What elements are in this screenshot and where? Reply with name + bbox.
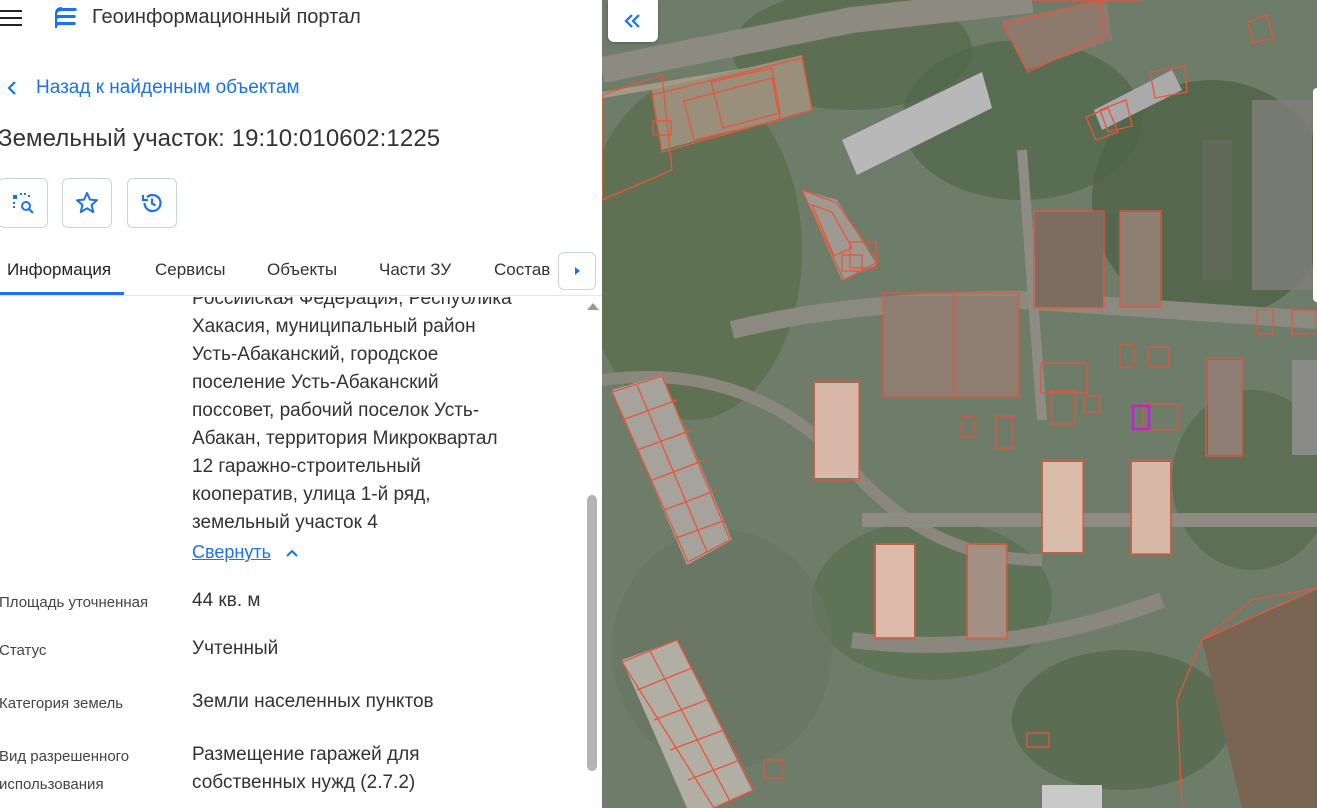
tab-bar: Информация Сервисы Объекты Части ЗУ Сост…: [0, 248, 602, 296]
scroll-up-arrow-icon[interactable]: [587, 303, 599, 310]
back-to-results-link[interactable]: Назад к найденным объектам: [4, 76, 300, 100]
select-on-map-button[interactable]: [0, 178, 48, 228]
back-link-label: Назад к найденным объектам: [36, 77, 300, 98]
tab-parcel-parts[interactable]: Части ЗУ: [379, 260, 451, 280]
tab-composition[interactable]: Состав: [494, 260, 550, 280]
history-icon: [141, 193, 162, 213]
address-line: Абакан, территория Микроквартал: [192, 428, 498, 449]
address-line: Российская Федерация, Республика: [192, 297, 512, 309]
land-category-label: Категория земель: [0, 695, 124, 712]
details-scroll-area[interactable]: Российская Федерация, Республика Хакасия…: [0, 297, 602, 808]
address-line: кооператив, улица 1-й ряд,: [192, 484, 431, 505]
area-search-icon: [13, 193, 34, 214]
address-line: Усть-Абаканский, городское: [192, 344, 439, 365]
active-tab-indicator: [0, 292, 124, 295]
collapse-label: Свернуть: [192, 542, 271, 562]
address-line: земельный участок 4: [192, 512, 378, 533]
chevron-up-icon: [286, 549, 298, 557]
tab-objects[interactable]: Объекты: [267, 260, 337, 280]
address-line: Хакасия, муниципальный район: [192, 316, 476, 337]
tab-information[interactable]: Информация: [7, 260, 111, 280]
object-title: Земельный участок: 19:10:010602:1225: [0, 125, 441, 152]
star-icon: [76, 192, 98, 213]
favorite-button[interactable]: [62, 178, 112, 228]
collapse-address-link[interactable]: Свернуть: [192, 542, 299, 563]
area-label: Площадь уточненная: [0, 594, 149, 611]
map-side-control[interactable]: [1313, 88, 1317, 302]
address-line: поселение Усть-Абаканский: [192, 372, 439, 393]
info-panel: Геоинформационный портал Назад к найденн…: [0, 0, 602, 808]
permitted-use-value-line: Размещение гаражей для: [192, 744, 420, 765]
top-bar: Геоинформационный портал: [0, 0, 602, 40]
portal-logo-icon: [55, 7, 77, 28]
chevron-left-icon: [7, 81, 16, 95]
permitted-use-value-line: собственных нужд (2.7.2): [192, 772, 416, 793]
double-chevron-left-icon: [624, 14, 640, 28]
address-line: 12 гаражно-строительный: [192, 456, 421, 477]
address-line: поссовет, рабочий поселок Усть-: [192, 400, 480, 421]
map-view[interactable]: [602, 0, 1317, 808]
tab-services[interactable]: Сервисы: [155, 260, 225, 280]
area-value: 44 кв. м: [192, 590, 261, 611]
app-title: Геоинформационный портал: [92, 6, 361, 28]
history-button[interactable]: [127, 178, 177, 228]
hamburger-menu-icon[interactable]: [0, 8, 24, 28]
tabs-scroll-right-button[interactable]: [558, 252, 596, 290]
land-category-value: Земли населенных пунктов: [192, 691, 434, 712]
address-text: Российская Федерация, Республика Хакасия…: [192, 297, 562, 537]
details-scrollbar[interactable]: [586, 297, 600, 808]
satellite-map-layer[interactable]: [602, 0, 1317, 808]
status-label: Статус: [0, 642, 47, 659]
caret-right-icon: [575, 267, 580, 275]
permitted-use-label-line: Вид разрешенного: [0, 748, 130, 765]
permitted-use-label-line: использования: [0, 776, 104, 793]
status-value: Учтенный: [192, 638, 279, 659]
collapse-panel-button[interactable]: [608, 0, 658, 42]
scrollbar-thumb[interactable]: [587, 495, 597, 771]
